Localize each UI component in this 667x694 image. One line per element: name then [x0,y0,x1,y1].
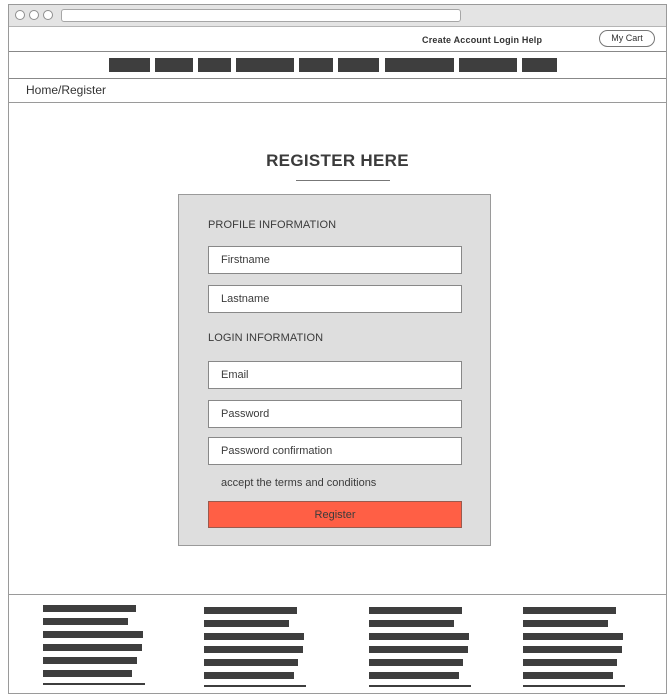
breadcrumb[interactable]: Home/Register [26,83,106,97]
footer-link[interactable] [369,607,462,614]
footer-rule-line [204,685,306,687]
firstname-field[interactable] [208,246,462,274]
password-field[interactable] [208,400,462,428]
nav-item-8[interactable] [459,58,517,72]
login-information-heading: LOGIN INFORMATION [208,332,324,344]
nav-item-7[interactable] [385,58,454,72]
window-close-icon[interactable] [15,10,25,20]
footer-rule-line [369,685,471,687]
window-minimize-icon[interactable] [29,10,39,20]
nav-item-9[interactable] [522,58,557,72]
register-form: PROFILE INFORMATION LOGIN INFORMATION ac… [178,194,491,546]
footer-link[interactable] [369,646,468,653]
footer-link[interactable] [369,672,459,679]
footer-link[interactable] [204,620,289,627]
footer-link[interactable] [43,657,137,664]
footer-link[interactable] [523,620,608,627]
footer-link[interactable] [369,633,469,640]
browser-toolbar [9,5,666,27]
footer-link[interactable] [43,605,136,612]
footer-rule-line [523,685,625,687]
address-bar[interactable] [61,9,461,22]
footer-link[interactable] [204,646,303,653]
lastname-field[interactable] [208,285,462,313]
breadcrumb-divider [9,102,666,103]
main-navigation [9,53,666,79]
register-button[interactable]: Register [208,501,462,528]
footer-link[interactable] [204,633,304,640]
nav-item-1[interactable] [109,58,150,72]
footer-link[interactable] [369,620,454,627]
terms-checkbox-label[interactable]: accept the terms and conditions [221,477,376,489]
browser-window: Create Account Login Help My Cart Home/R… [8,4,667,694]
footer-link[interactable] [523,672,613,679]
footer-link[interactable] [43,670,132,677]
title-underline [296,180,390,181]
footer-link[interactable] [369,659,463,666]
utility-header: Create Account Login Help My Cart [9,27,666,52]
my-cart-button[interactable]: My Cart [599,30,655,47]
page-title: REGISTER HERE [266,151,409,170]
footer-link[interactable] [43,631,143,638]
nav-item-5[interactable] [299,58,333,72]
footer-link[interactable] [43,644,142,651]
footer-link[interactable] [204,607,297,614]
nav-item-4[interactable] [236,58,294,72]
footer-link[interactable] [523,659,617,666]
footer-link[interactable] [204,672,294,679]
footer-link[interactable] [523,607,616,614]
footer-link[interactable] [204,659,298,666]
footer-divider [9,594,666,595]
password-confirmation-field[interactable] [208,437,462,465]
email-field[interactable] [208,361,462,389]
nav-item-6[interactable] [338,58,379,72]
window-maximize-icon[interactable] [43,10,53,20]
profile-information-heading: PROFILE INFORMATION [208,219,337,231]
nav-item-3[interactable] [198,58,231,72]
footer-link[interactable] [523,633,623,640]
footer-link[interactable] [43,618,128,625]
nav-item-2[interactable] [155,58,193,72]
footer-link[interactable] [523,646,622,653]
account-links[interactable]: Create Account Login Help [422,35,542,45]
footer-rule-line [43,683,145,685]
